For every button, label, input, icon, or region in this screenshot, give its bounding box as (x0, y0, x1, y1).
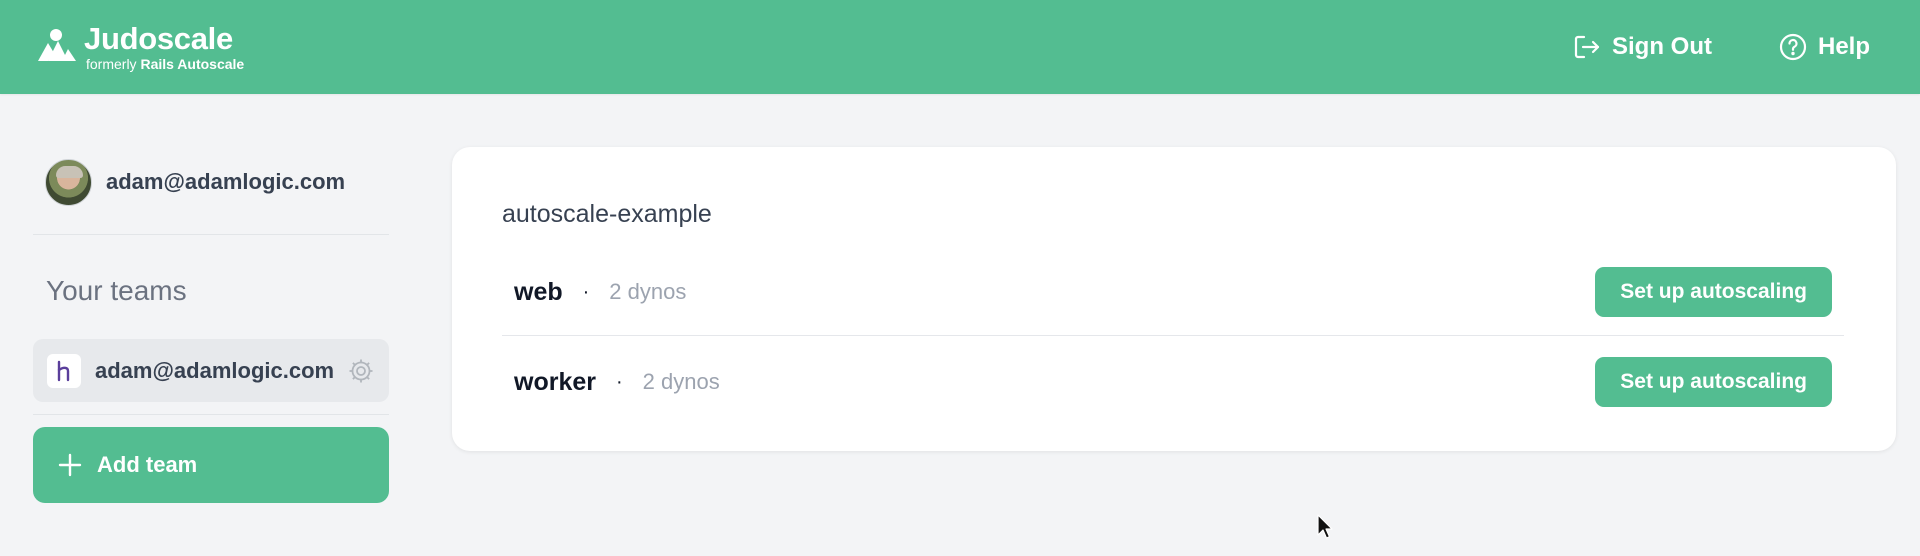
add-team-label: Add team (97, 452, 198, 477)
avatar (45, 158, 92, 206)
process-name: worker (514, 367, 596, 396)
sidebar-divider (33, 414, 389, 415)
teams-heading: Your teams (46, 275, 187, 306)
process-row: web · 2 dynos Set up autoscaling (502, 247, 1844, 337)
top-actions: Sign Out Help (1572, 32, 1870, 62)
separator-dot: · (582, 280, 590, 303)
setup-autoscaling-button[interactable]: Set up autoscaling (1595, 357, 1832, 407)
process-row: worker · 2 dynos Set up autoscaling (502, 337, 1844, 427)
dyno-count: 2 dynos (609, 279, 687, 304)
app-card: autoscale-example web · 2 dynos Set up a… (452, 147, 1896, 451)
brand-sub-prefix: formerly (86, 56, 137, 72)
brand-text: Judoscale formerly Rails Autoscale (84, 23, 244, 71)
separator-dot: · (615, 370, 623, 393)
brand-sub-name: Rails Autoscale (140, 56, 245, 72)
heroku-icon (47, 353, 81, 388)
team-item[interactable]: adam@adamlogic.com (33, 339, 389, 402)
setup-autoscaling-button[interactable]: Set up autoscaling (1595, 267, 1832, 317)
judoscale-logo-icon (38, 29, 76, 61)
brand-subtitle: formerly Rails Autoscale (86, 57, 244, 71)
plus-icon (58, 453, 82, 477)
user-email: adam@adamlogic.com (106, 169, 346, 194)
team-name: adam@adamlogic.com (95, 357, 335, 383)
help-circle-icon (1779, 33, 1807, 61)
current-user: adam@adamlogic.com (33, 150, 389, 214)
process-name: web (514, 277, 563, 306)
app-name: autoscale-example (502, 200, 712, 228)
gear-icon[interactable] (347, 357, 375, 385)
sidebar: adam@adamlogic.com Your teams adam@adaml… (33, 150, 389, 503)
top-navbar: Judoscale formerly Rails Autoscale Sign … (0, 0, 1920, 94)
sign-out-link[interactable]: Sign Out (1572, 32, 1712, 62)
brand-name: Judoscale (84, 21, 233, 56)
row-divider (502, 335, 1844, 336)
help-label: Help (1817, 33, 1870, 60)
add-team-button[interactable]: Add team (33, 427, 389, 503)
help-link[interactable]: Help (1778, 32, 1870, 62)
dyno-count: 2 dynos (642, 369, 720, 394)
mouse-cursor-icon (1317, 514, 1333, 539)
sign-out-label: Sign Out (1612, 33, 1712, 60)
brand-logo-link[interactable]: Judoscale formerly Rails Autoscale (34, 23, 244, 71)
sign-out-icon (1574, 35, 1600, 59)
